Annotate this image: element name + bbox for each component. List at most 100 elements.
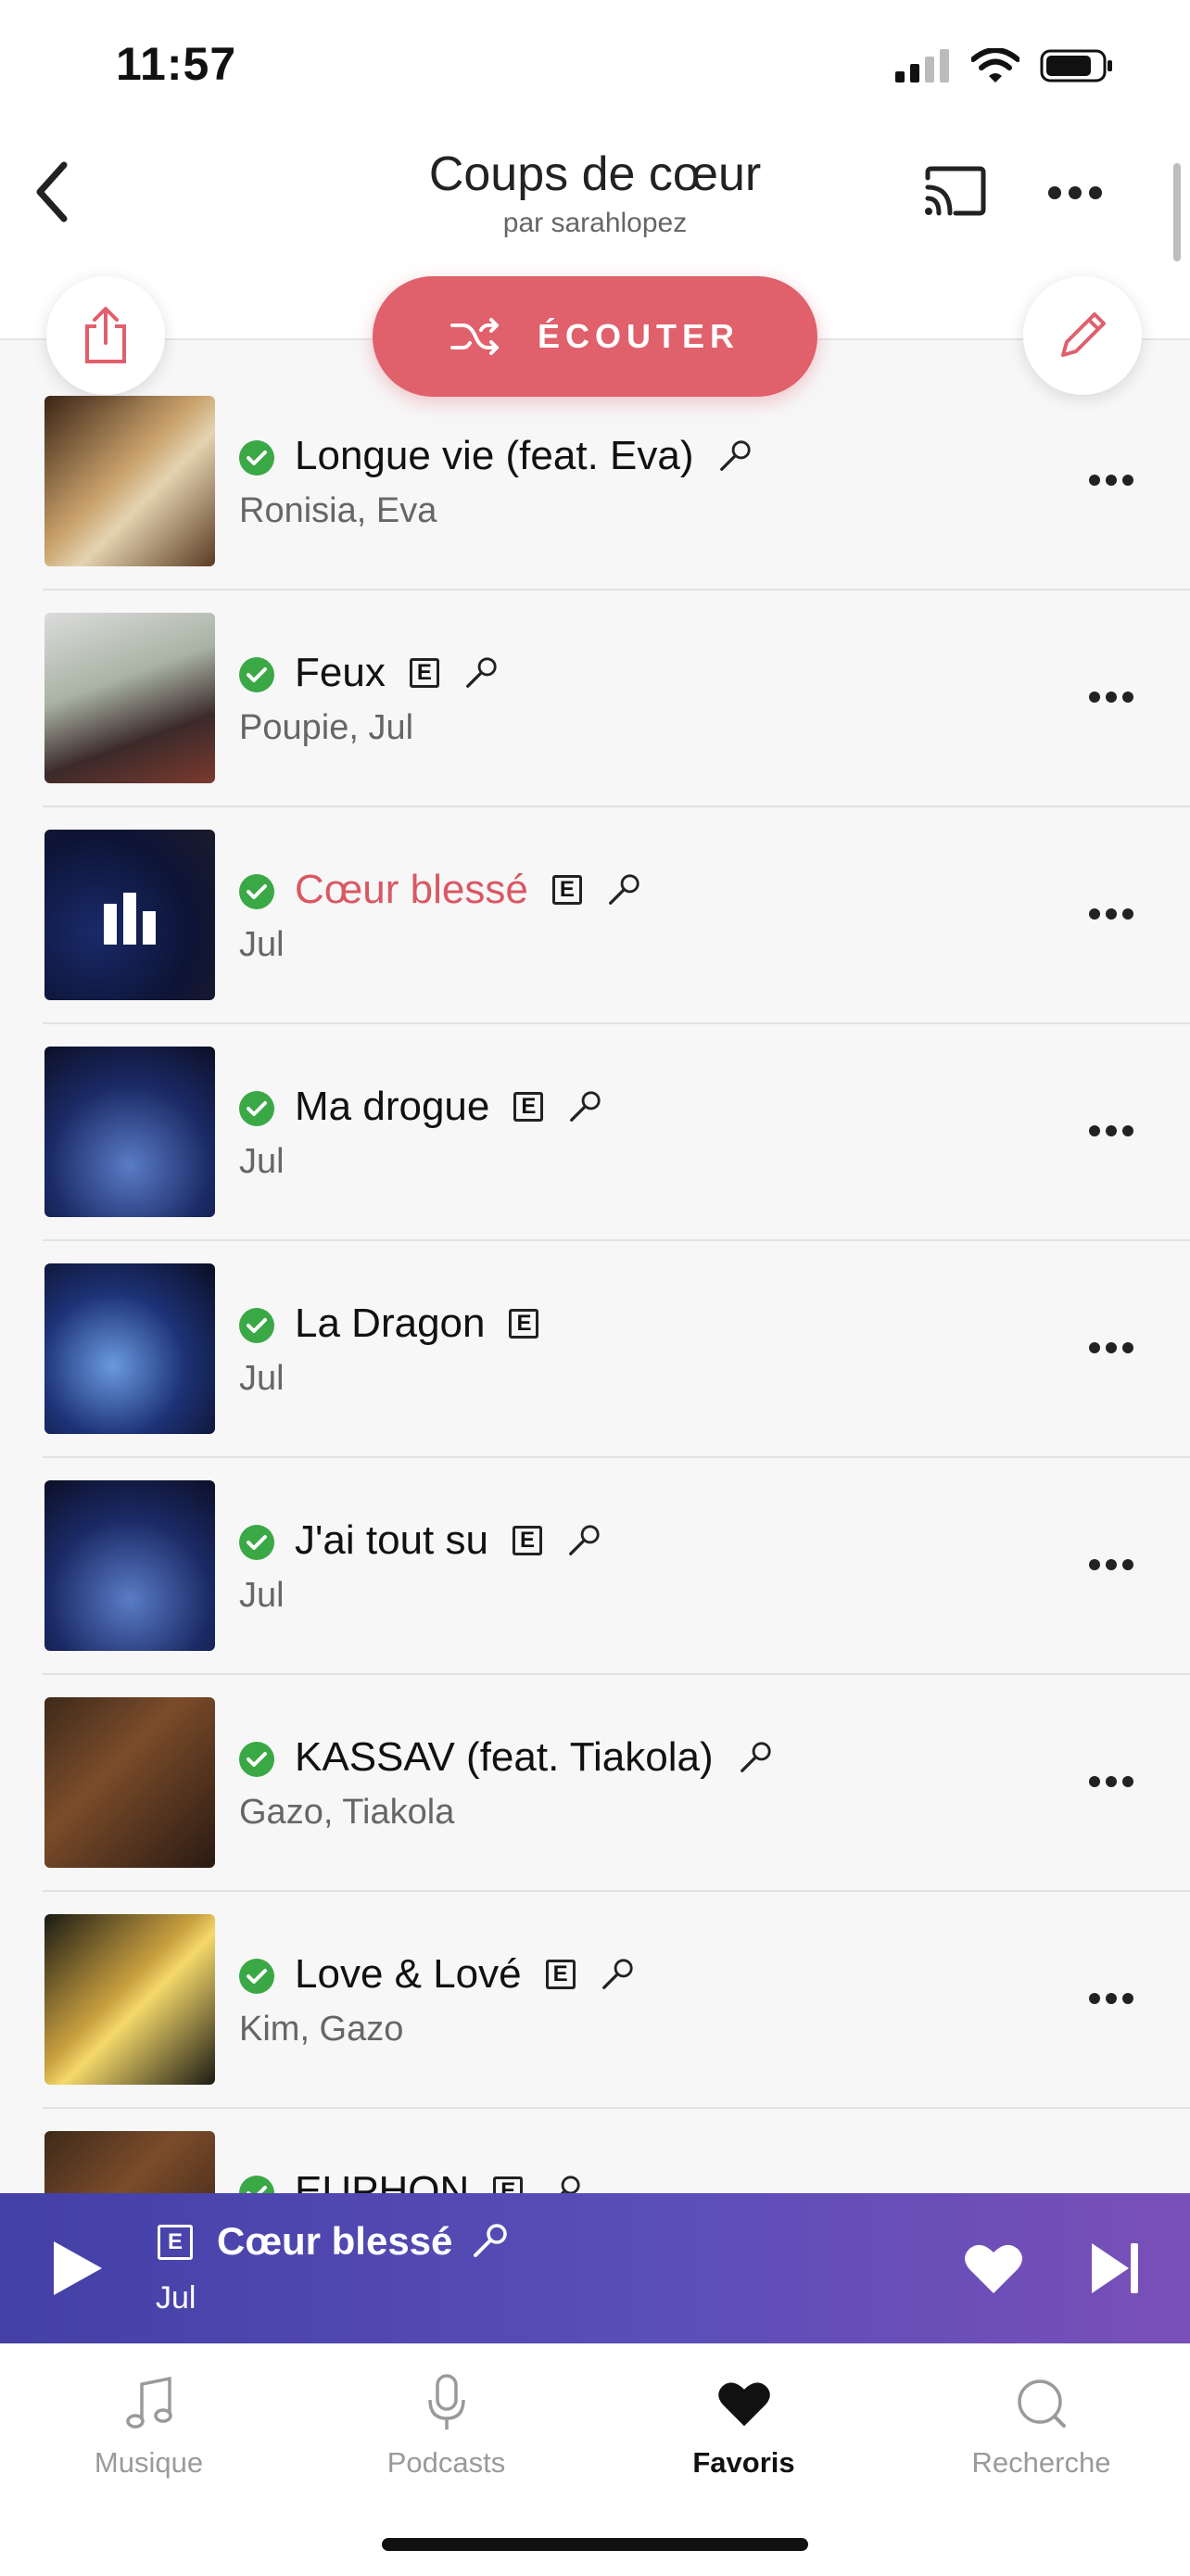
track-title: Love & Lové: [295, 1951, 522, 1997]
playlist-title: Coups de cœur: [428, 147, 762, 201]
share-icon: [85, 307, 126, 363]
track-row[interactable]: Feux E Poupie, Jul: [43, 590, 1190, 807]
track-row[interactable]: La Dragon E Jul: [43, 1241, 1190, 1458]
lyrics-mic-icon: [608, 874, 639, 905]
shuffle-play-label: ÉCOUTER: [537, 317, 740, 355]
playlist-title-block: Coups de cœur par sarahlopez: [0, 146, 1190, 239]
mini-player[interactable]: E Cœur blessé Jul: [0, 2193, 1190, 2343]
lyrics-mic-icon: [474, 2224, 508, 2257]
track-artist: Jul: [239, 1359, 285, 1398]
lyrics-mic-icon: [740, 1742, 771, 1772]
track-artist: Jul: [239, 925, 285, 964]
pencil-icon: [1061, 312, 1106, 357]
track-more-icon[interactable]: [1088, 1341, 1134, 1354]
cast-icon[interactable]: [922, 165, 987, 217]
explicit-badge: E: [551, 875, 582, 905]
heart-icon[interactable]: [964, 2241, 1023, 2295]
track-title: La Dragon: [295, 1301, 486, 1346]
explicit-badge: E: [409, 658, 439, 688]
track-title: Longue vie (feat. Eva): [295, 433, 694, 478]
track-title-row: La Dragon E: [295, 1301, 539, 1347]
status-time: 11:57: [116, 38, 237, 90]
shuffle-play-button[interactable]: ÉCOUTER: [373, 276, 817, 397]
track-more-icon[interactable]: [1088, 1124, 1134, 1137]
track-title-row: KASSAV (feat. Tiakola): [295, 1734, 773, 1781]
track-title-row: Feux E: [295, 650, 499, 696]
track-more-icon[interactable]: [1088, 474, 1134, 487]
explicit-badge: E: [513, 1092, 544, 1122]
home-indicator[interactable]: [382, 2538, 808, 2551]
track-title: J'ai tout su: [295, 1517, 488, 1563]
tab-favoris[interactable]: Favoris: [595, 2367, 892, 2480]
track-row[interactable]: Cœur blessé E Jul: [43, 807, 1190, 1024]
playlist-owner: par sarahlopez: [502, 208, 688, 238]
track-artist: Kim, Gazo: [239, 2010, 404, 2049]
tab-recherche-label: Recherche: [971, 2446, 1111, 2479]
downloaded-check-icon: [239, 874, 274, 909]
tab-musique[interactable]: Musique: [0, 2367, 298, 2480]
track-title: KASSAV (feat. Tiakola): [295, 1734, 714, 1780]
track-title: Cœur blessé: [295, 867, 528, 912]
scroll-indicator[interactable]: [1173, 163, 1181, 261]
battery-icon: [1040, 49, 1112, 82]
downloaded-check-icon: [239, 440, 274, 476]
explicit-badge: E: [512, 1526, 542, 1555]
heart-icon: [717, 2382, 770, 2427]
tab-podcasts[interactable]: Podcasts: [298, 2367, 595, 2480]
status-icons: [895, 48, 1114, 83]
track-row[interactable]: Ma drogue E Jul: [43, 1024, 1190, 1241]
track-more-icon[interactable]: [1088, 1775, 1134, 1788]
track-more-icon[interactable]: [1088, 1558, 1134, 1571]
track-cover-art: [44, 1047, 215, 1217]
track-artist: Jul: [239, 1576, 285, 1615]
track-artist: Poupie, Jul: [239, 708, 414, 747]
play-icon[interactable]: [48, 2238, 106, 2299]
track-cover-art: [44, 1697, 215, 1868]
tab-musique-label: Musique: [94, 2446, 204, 2479]
track-cover-art: [44, 396, 215, 566]
downloaded-check-icon: [239, 1525, 274, 1560]
edit-button[interactable]: [1023, 276, 1142, 395]
explicit-badge: E: [158, 2225, 193, 2260]
microphone-icon: [427, 2374, 465, 2430]
track-more-icon[interactable]: [1088, 1992, 1134, 2005]
downloaded-check-icon: [239, 657, 274, 692]
track-row[interactable]: J'ai tout su E Jul: [43, 1458, 1190, 1675]
tab-recherche[interactable]: Recherche: [892, 2367, 1190, 2480]
now-playing-title-row: Cœur blessé: [217, 2219, 508, 2264]
track-cover-art: [44, 613, 215, 783]
track-title-row: Ma drogue E: [295, 1084, 602, 1130]
more-options-icon[interactable]: [1047, 185, 1103, 200]
track-row[interactable]: Love & Lové E Kim, Gazo: [43, 1892, 1190, 2109]
track-row[interactable]: KASSAV (feat. Tiakola) Gazo, Tiakola: [43, 1675, 1190, 1892]
track-list: Longue vie (feat. Eva) Ronisia, Eva Feux…: [0, 374, 1190, 2326]
track-more-icon[interactable]: [1088, 691, 1134, 704]
wifi-icon: [971, 48, 1019, 82]
downloaded-check-icon: [239, 1308, 274, 1343]
track-cover-art: [44, 830, 215, 1000]
track-cover-art: [44, 1480, 215, 1651]
tab-favoris-label: Favoris: [692, 2446, 795, 2479]
explicit-badge: E: [509, 1309, 539, 1339]
now-playing-title: Cœur blessé: [217, 2219, 453, 2263]
downloaded-check-icon: [239, 1091, 274, 1126]
search-icon: [1017, 2379, 1066, 2428]
shuffle-icon: [449, 318, 499, 355]
track-title-row: Cœur blessé E: [295, 867, 641, 913]
track-row[interactable]: Longue vie (feat. Eva) Ronisia, Eva: [43, 374, 1190, 590]
next-track-icon[interactable]: [1090, 2240, 1142, 2297]
signal-icon: [895, 49, 949, 82]
lyrics-mic-icon: [569, 1525, 600, 1555]
lyrics-mic-icon: [720, 440, 752, 471]
track-cover-art: [44, 1263, 215, 1434]
track-title: Feux: [295, 650, 386, 695]
explicit-badge: E: [545, 1960, 576, 1989]
track-artist: Ronisia, Eva: [239, 491, 437, 530]
share-button[interactable]: [46, 276, 165, 395]
track-artist: Jul: [239, 1142, 285, 1181]
track-more-icon[interactable]: [1088, 907, 1134, 920]
track-title-row: Longue vie (feat. Eva): [295, 433, 753, 479]
downloaded-check-icon: [239, 1742, 274, 1777]
now-playing-artist: Jul: [156, 2280, 196, 2316]
lyrics-mic-icon: [465, 657, 497, 688]
